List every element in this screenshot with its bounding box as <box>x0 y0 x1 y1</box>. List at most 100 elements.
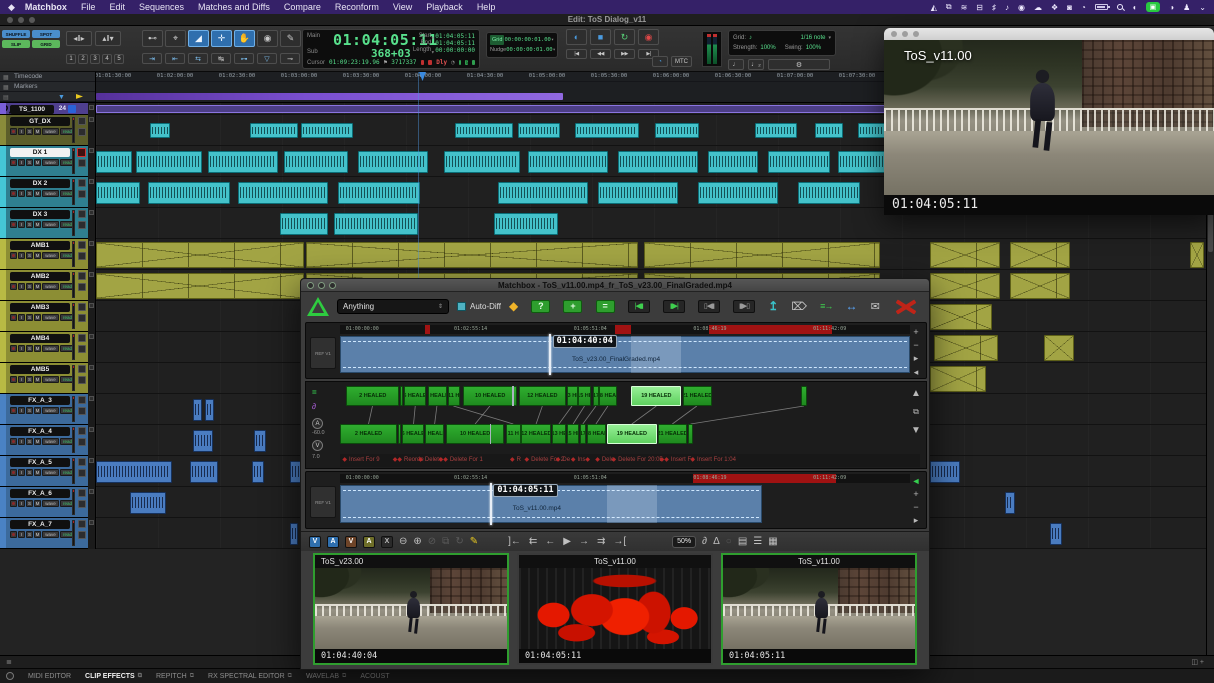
record-enable-button[interactable] <box>10 345 17 352</box>
input-monitor-button[interactable]: I <box>18 283 25 290</box>
speaker-seq-icon[interactable]: ◄ <box>912 476 921 486</box>
healed-segment[interactable]: 10 HEALED <box>446 424 504 444</box>
audio-clip[interactable] <box>455 123 513 138</box>
bottom-sequence-ruler[interactable]: 01:00:00:0001:02:55:1401:05:51:0401:08:4… <box>340 474 910 483</box>
start-value[interactable]: 01:04:05:11 <box>435 33 475 40</box>
output-window-button[interactable] <box>78 117 86 125</box>
inserts-button[interactable] <box>78 190 86 198</box>
mute-button[interactable]: M <box>34 531 41 538</box>
track-header-dx-1[interactable]: DX 1ISMwaveread <box>0 146 88 177</box>
audio-clip[interactable] <box>644 242 880 268</box>
healed-segment[interactable]: 12 HEALED <box>521 424 551 444</box>
zoom-out-icon[interactable]: ⊖ <box>399 536 407 547</box>
rewind-button[interactable]: ◀◀ <box>590 49 611 59</box>
audio-clip[interactable] <box>768 151 830 173</box>
track-header-dx-2[interactable]: DX 2ISMwaveread <box>0 177 88 208</box>
record-button[interactable]: ◉ <box>638 29 659 45</box>
prev-fast-icon[interactable]: ⇇ <box>529 536 537 547</box>
target-track-label[interactable]: REF V1 <box>310 486 336 518</box>
group-indicator[interactable] <box>89 105 94 110</box>
groove-grid-value[interactable]: 1/16 note <box>800 33 825 43</box>
input-monitor-button[interactable]: I <box>18 252 25 259</box>
record-enable-button[interactable] <box>10 283 17 290</box>
input-monitor-button[interactable]: I <box>18 190 25 197</box>
audio-clip[interactable] <box>96 273 304 299</box>
zoom-preset-2-button[interactable]: 2 <box>78 54 88 64</box>
timecode-ruler-label[interactable]: ▦Timecode <box>0 72 95 82</box>
filmstrip-icon[interactable]: ▤ <box>738 536 747 547</box>
tab-rx-spectral-editor[interactable]: RX SPECTRAL EDITOR⧉ <box>208 673 292 680</box>
track-header-ts_1100[interactable]: TS_11002424 <box>0 103 88 115</box>
group-indicator[interactable] <box>89 303 94 308</box>
group-indicator[interactable] <box>89 117 94 122</box>
link-timeline-icon[interactable]: ⇤ <box>165 53 185 64</box>
video-window-controls[interactable] <box>891 31 919 37</box>
solo-button[interactable]: S <box>26 345 33 352</box>
inserts-button[interactable] <box>78 469 86 477</box>
thumbnail-2[interactable]: ToS_v11.0001:04:05:11 <box>517 553 713 665</box>
mail-report-icon[interactable]: ✉ <box>871 300 880 313</box>
screen-sharing-icon[interactable]: ▣ <box>1146 2 1161 12</box>
output-window-button[interactable] <box>78 458 86 466</box>
audio-clip[interactable] <box>290 523 298 545</box>
zoom-out-seq-icon[interactable]: − <box>913 340 918 350</box>
group-indicator[interactable] <box>89 365 94 370</box>
track-name[interactable]: FX_A_6 <box>10 489 70 498</box>
layered-editing-icon[interactable]: ⊸ <box>280 53 300 64</box>
link-track-edit-icon[interactable]: ⇆ <box>188 53 208 64</box>
thumbnail-1[interactable]: ToS_v23.0001:04:40:04 <box>313 553 509 665</box>
bottom-clip-area[interactable]: 01:04:05:11ToS_v11.00.mp4 <box>340 483 910 525</box>
audio-clip[interactable] <box>930 273 1000 299</box>
track-name[interactable]: FX_A_7 <box>10 520 70 529</box>
record-enable-button[interactable] <box>10 190 17 197</box>
solo-button[interactable]: S <box>26 221 33 228</box>
healed-segment[interactable]: 21 HEALED <box>658 424 687 444</box>
selector-tool-icon[interactable]: ✛ <box>211 30 232 47</box>
track-name[interactable]: DX 3 <box>10 210 70 219</box>
mtc-button[interactable]: MTC <box>671 56 692 67</box>
healed-segment[interactable]: 2 HEALED <box>346 386 399 406</box>
tab-midi-editor[interactable]: MIDI EDITOR <box>28 673 71 680</box>
mode-spot-button[interactable]: SPOT <box>32 30 60 38</box>
track-header-fx_a_7[interactable]: FX_A_7ISMwaveread <box>0 518 88 549</box>
input-monitor-button[interactable]: I <box>18 221 25 228</box>
split-view-icon[interactable]: ▦ <box>768 536 777 547</box>
output-window-button[interactable] <box>78 241 86 249</box>
audio-clip[interactable] <box>205 399 214 421</box>
change-marker[interactable]: ◆Ins <box>571 456 586 463</box>
length-value[interactable]: 00:00:00:00 <box>435 47 475 54</box>
track-header-fx_a_5[interactable]: FX_A_5ISMwaveread <box>0 456 88 487</box>
inserts-button[interactable] <box>78 531 86 539</box>
mute-button[interactable]: M <box>34 438 41 445</box>
healed-segment[interactable] <box>801 386 807 406</box>
zoom-preset-4-button[interactable]: 4 <box>102 54 112 64</box>
output-window-button[interactable] <box>78 489 86 497</box>
change-marker[interactable]: ◆Delete For 20:05 <box>611 456 662 463</box>
list-view-icon[interactable]: ☰ <box>753 536 762 547</box>
slide-right-button[interactable]: ▮▶▯ <box>733 300 755 313</box>
audio-clip[interactable] <box>1010 242 1070 268</box>
grid-caret-icon[interactable]: ▾ <box>551 35 554 45</box>
healed-segment[interactable]: 17 <box>593 386 599 406</box>
inserts-button[interactable] <box>78 314 86 322</box>
track-header-amb5[interactable]: AMB5ISMwaveread <box>0 363 88 394</box>
audio-clip[interactable] <box>1005 492 1015 514</box>
change-marker[interactable]: ◆R <box>510 456 521 463</box>
healed-segment[interactable]: 15 HE <box>567 424 580 444</box>
track-header-amb1[interactable]: AMB1ISMwaveread <box>0 239 88 270</box>
mode-shuffle-button[interactable]: SHUFFLE <box>2 30 30 38</box>
audio-clip[interactable] <box>96 461 172 483</box>
track-view-selector[interactable]: wave <box>42 438 59 445</box>
mute-button[interactable]: M <box>34 128 41 135</box>
output-window-button[interactable] <box>78 210 86 218</box>
audio-b-view-button[interactable]: A <box>363 536 375 548</box>
audio-clip[interactable] <box>1050 523 1062 545</box>
track-view-selector[interactable]: wave <box>42 407 59 414</box>
solo-button[interactable]: S <box>26 500 33 507</box>
healed-segment[interactable]: 21 HEALED <box>683 386 712 406</box>
ref-track-label[interactable]: REF V1 <box>310 337 336 369</box>
sync-icon[interactable] <box>68 105 76 113</box>
mute-button[interactable]: M <box>34 500 41 507</box>
mute-button[interactable]: M <box>34 314 41 321</box>
solo-button[interactable]: S <box>26 283 33 290</box>
